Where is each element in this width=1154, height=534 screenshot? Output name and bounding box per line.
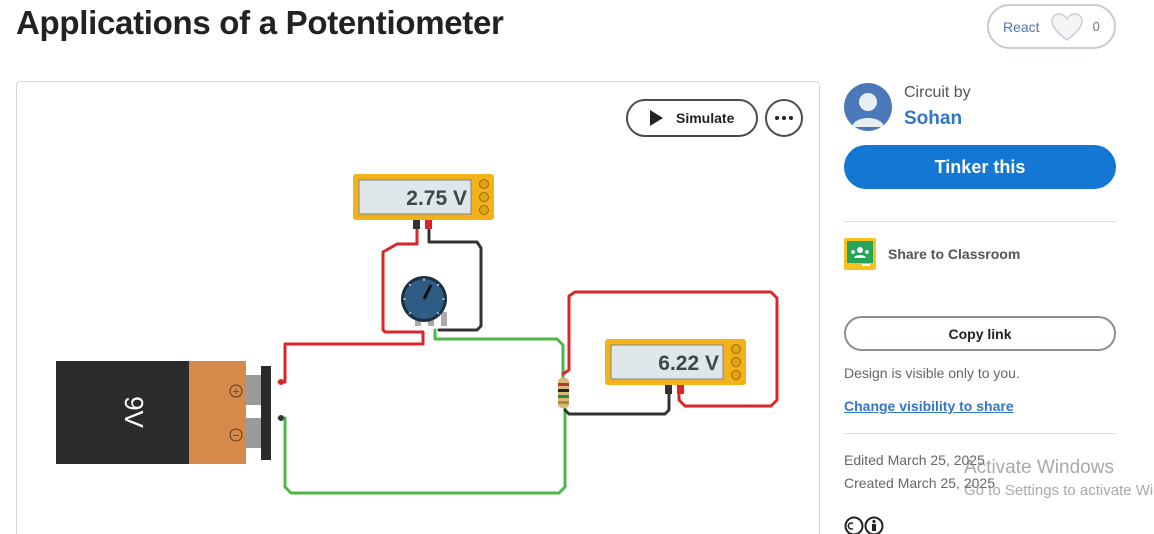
avatar[interactable] (844, 83, 892, 131)
google-classroom-icon[interactable] (844, 238, 876, 270)
dot-icon (782, 116, 786, 120)
change-visibility-link[interactable]: Change visibility to share (844, 398, 1014, 414)
dot-icon (775, 116, 779, 120)
activate-windows-subtitle: Go to Settings to activate Wi (964, 482, 1154, 499)
page-title: Applications of a Potentiometer (16, 4, 504, 41)
dot-icon (789, 116, 793, 120)
more-options-button[interactable] (765, 99, 803, 137)
battery-label: 9V (119, 396, 149, 428)
react-button[interactable]: React 0 (987, 4, 1116, 49)
tinker-this-button[interactable]: Tinker this (844, 145, 1116, 189)
wire-green-top (433, 328, 565, 386)
circuit-diagram: 2.75 V 6.22 V 9V + − (56, 174, 779, 495)
activate-windows-title: Activate Windows (964, 457, 1114, 478)
potentiometer (401, 276, 447, 326)
meter-top-reading: 2.75 V (406, 187, 467, 210)
user-icon (852, 93, 884, 127)
battery-9v: 9V + − (56, 361, 284, 464)
resistor (558, 378, 569, 408)
divider (844, 221, 1116, 222)
wire-black-right (563, 384, 671, 416)
meter-right-reading: 6.22 V (658, 352, 719, 375)
battery-plus-sign: + (233, 386, 239, 398)
battery-minus-sign: − (233, 430, 239, 442)
author-link[interactable]: Sohan (904, 108, 962, 130)
heart-icon (1050, 12, 1083, 41)
divider (844, 433, 1116, 434)
multimeter-top: 2.75 V (353, 174, 494, 229)
wire-green-bottom (277, 400, 567, 495)
circuit-canvas[interactable]: 2.75 V 6.22 V 9V + − Simulate (16, 81, 820, 534)
share-to-classroom-link[interactable]: Share to Classroom (888, 246, 1020, 262)
copy-link-button[interactable]: Copy link (844, 316, 1116, 351)
visibility-text: Design is visible only to you. (844, 365, 1020, 381)
react-count: 0 (1092, 19, 1100, 34)
multimeter-right: 6.22 V (605, 339, 746, 394)
simulate-label: Simulate (676, 110, 735, 126)
circuit-by-label: Circuit by (904, 84, 971, 101)
react-label: React (1003, 18, 1040, 35)
play-icon (650, 110, 663, 126)
creative-commons-icon[interactable] (844, 516, 886, 534)
simulate-button[interactable]: Simulate (626, 99, 758, 137)
wire-red-main (277, 228, 425, 384)
